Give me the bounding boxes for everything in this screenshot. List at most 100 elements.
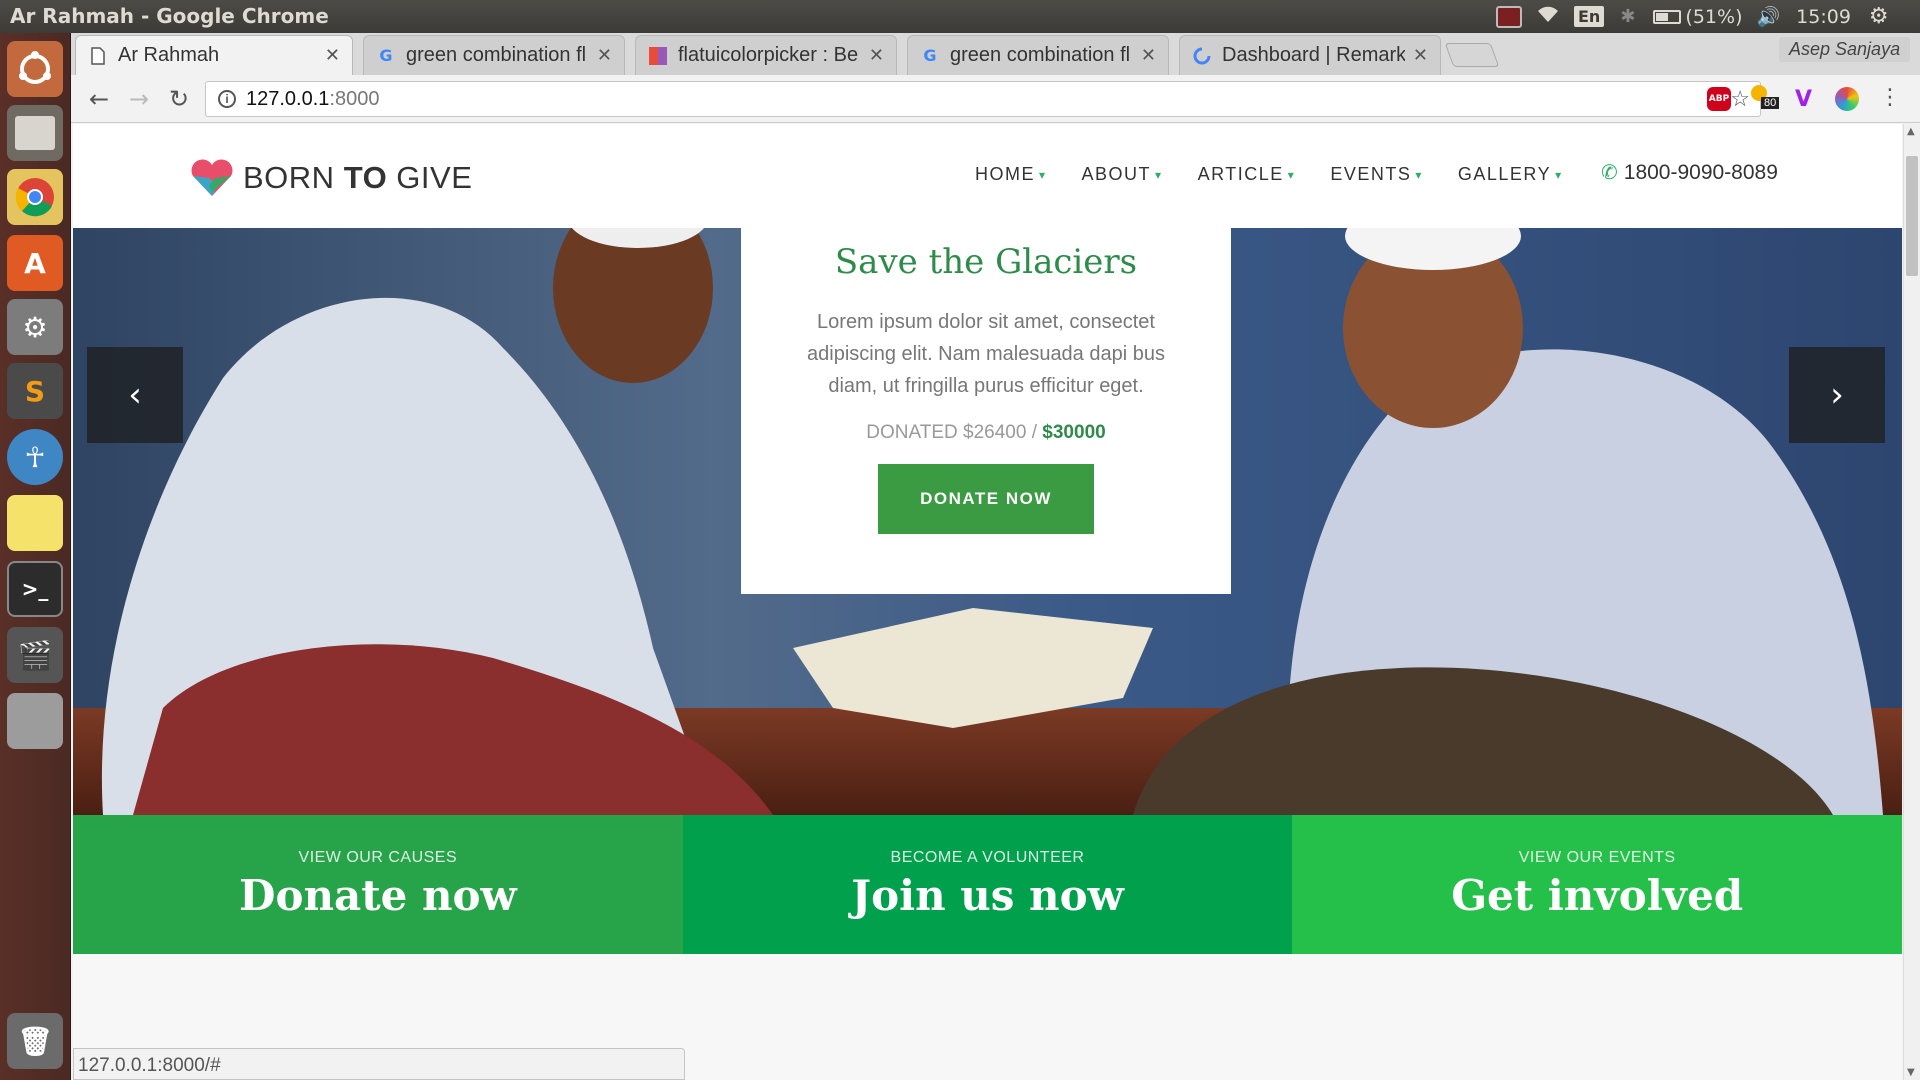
cause-card: Save the Glaciers Lorem ipsum dolor sit … [741,228,1231,594]
weather-icon[interactable]: 80 [1749,83,1780,113]
scroll-thumb[interactable] [1906,156,1918,276]
gear-icon[interactable]: ⚙ [1869,4,1889,29]
web-page: BORN TO GIVE HOME ▾ ABOUT ▾ ARTICLE ▾ EVENT… [73,124,1902,1080]
color-picker-icon[interactable] [1835,87,1859,111]
nav-article[interactable]: ARTICLE ▾ [1198,164,1296,185]
chevron-left-icon: ‹ [128,375,142,415]
caret-down-icon: ▾ [1415,167,1423,182]
chevron-right-icon: › [1830,375,1844,415]
logo-text: BORN TO GIVE [243,160,473,195]
donation-progress: DONATED $26400 / $30000 [866,422,1106,443]
feature-subtitle: BECOME A VOLUNTEER [890,849,1085,866]
back-button[interactable]: ← [83,83,115,115]
video-editor-icon[interactable]: 🎬 [7,627,63,683]
next-slide-button[interactable]: › [1789,347,1885,443]
tab-flatuicolorpicker[interactable]: flatuicolorpicker : Be ✕ [635,35,897,75]
feature-subtitle: VIEW OUR EVENTS [1518,849,1676,866]
address-bar[interactable]: i 127.0.0.1:8000 ☆ [205,81,1761,117]
bluetooth-icon[interactable]: ✱ [1620,6,1635,27]
battery-percentage: (51%) [1685,5,1743,28]
trash-icon[interactable]: 🗑 [7,1013,63,1069]
feature-events[interactable]: VIEW OUR EVENTS Get involved [1292,815,1902,954]
caret-down-icon: ▾ [1039,167,1047,182]
tab-strip: Ar Rahmah ✕ G green combination fl ✕ fla… [71,33,1920,75]
nav-events[interactable]: EVENTS ▾ [1330,164,1423,185]
feature-title[interactable]: Donate now [73,871,683,920]
cause-description: Lorem ipsum dolor sit amet, consectet ad… [807,311,1165,397]
wifi-icon[interactable] [1536,5,1560,29]
disk-icon[interactable] [7,693,63,749]
keyboard-layout-indicator[interactable]: En [1574,6,1605,27]
sticky-notes-icon[interactable] [7,495,63,551]
terminal-icon[interactable]: >_ [7,561,63,617]
adblock-icon[interactable]: ABP [1707,87,1731,111]
new-tab-button[interactable] [1444,43,1500,67]
bookmark-star-icon[interactable]: ☆ [1730,86,1750,112]
nav-gallery[interactable]: GALLERY ▾ [1458,164,1563,185]
os-top-panel: Ar Rahmah - Google Chrome En ✱ (51%) 🔊 1… [0,0,1920,33]
page-scrollbar[interactable]: ▲ ▼ [1903,124,1920,1080]
status-bar-url: 127.0.0.1:8000/# [73,1048,685,1080]
window-title: Ar Rahmah - Google Chrome [10,4,329,28]
donate-now-button[interactable]: DONATE NOW [878,464,1094,534]
tab-title: Dashboard | Remark [1222,44,1405,66]
sublime-text-icon[interactable]: S [7,363,63,419]
url-port: :8000 [329,87,380,110]
accessibility-icon[interactable]: ☥ [7,429,63,485]
close-icon[interactable]: ✕ [325,45,340,66]
nav-about[interactable]: ABOUT ▾ [1082,164,1163,185]
volume-icon[interactable]: 🔊 [1756,5,1780,28]
phone-icon: ✆ [1601,162,1618,184]
cause-title[interactable]: Save the Glaciers [741,242,1231,282]
close-icon[interactable]: ✕ [1413,45,1428,66]
page-icon [88,46,108,66]
menu-icon[interactable]: ⋮ [1879,85,1901,110]
tab-dashboard-remark[interactable]: Dashboard | Remark ✕ [1179,35,1441,75]
site-logo[interactable]: BORN TO GIVE [189,158,472,198]
tab-green-combination-1[interactable]: G green combination fl ✕ [363,35,625,75]
tab-ar-rahmah[interactable]: Ar Rahmah ✕ [75,35,353,75]
reload-button[interactable]: ↻ [163,83,195,115]
phone-number[interactable]: ✆ 1800-9090-8089 [1601,160,1778,185]
feature-title[interactable]: Join us now [683,871,1293,920]
caret-down-icon: ▾ [1555,167,1563,182]
close-icon[interactable]: ✕ [869,45,884,66]
ubuntu-dash-icon[interactable] [7,41,63,97]
system-settings-icon[interactable]: ⚙ [7,299,63,355]
tab-title: green combination fl [406,44,587,66]
caret-down-icon: ▾ [1155,167,1163,182]
files-icon[interactable] [7,105,63,161]
info-icon[interactable]: i [218,90,236,108]
clock[interactable]: 15:09 [1796,6,1851,28]
site-header: BORN TO GIVE HOME ▾ ABOUT ▾ ARTICLE ▾ EVENT… [73,124,1902,228]
google-icon: G [379,46,393,65]
forward-button[interactable]: → [123,83,155,115]
tab-title: green combination fl [950,44,1131,66]
flatui-icon [648,46,668,66]
tab-title: Ar Rahmah [118,44,220,66]
feature-title[interactable]: Get involved [1292,871,1902,920]
prev-slide-button[interactable]: ‹ [87,347,183,443]
unity-launcher: A ⚙ S ☥ >_ 🎬 🗑 [0,33,71,1080]
tab-title: flatuicolorpicker : Be [678,44,859,66]
main-nav: HOME ▾ ABOUT ▾ ARTICLE ▾ EVENTS ▾ GALLERY ▾ [975,164,1598,185]
battery-icon[interactable] [1653,9,1682,24]
close-icon[interactable]: ✕ [597,45,612,66]
scroll-up-icon[interactable]: ▲ [1907,126,1915,137]
google-icon: G [923,46,937,65]
screen-recorder-icon[interactable] [1496,5,1522,28]
heart-hands-icon [191,159,233,196]
hero-slider: ‹ › Save the Glaciers Lorem ipsum dolor … [73,228,1902,815]
scroll-down-icon[interactable]: ▼ [1907,1067,1915,1078]
feature-donate[interactable]: VIEW OUR CAUSES Donate now [73,815,683,954]
tab-green-combination-2[interactable]: G green combination fl ✕ [907,35,1169,75]
weather-badge: 80 [1761,97,1780,109]
profile-user-name[interactable]: Asep Sanjaya [1779,37,1911,62]
chrome-icon[interactable] [7,169,63,225]
software-center-icon[interactable]: A [7,235,63,291]
nav-home[interactable]: HOME ▾ [975,164,1047,185]
url-host: 127.0.0.1 [246,87,330,110]
feature-volunteer[interactable]: BECOME A VOLUNTEER Join us now [682,815,1293,954]
extension-v-icon[interactable]: V [1795,87,1812,112]
close-icon[interactable]: ✕ [1141,45,1156,66]
